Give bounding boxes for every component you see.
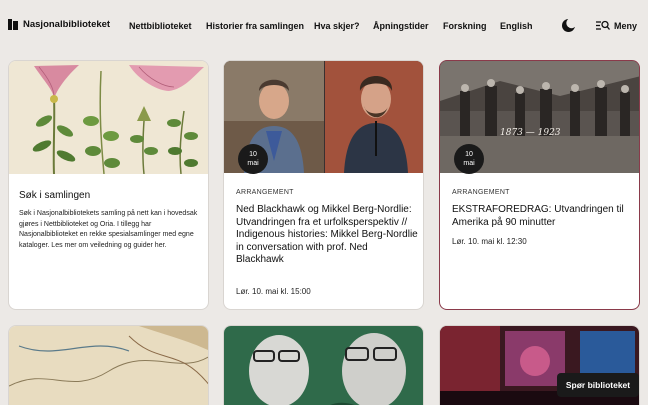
- photo-caption: 1873 — 1923: [500, 128, 561, 138]
- card-portraits[interactable]: [223, 325, 424, 405]
- date-badge: 10 mai: [454, 144, 484, 174]
- card-kicker: ARRANGEMENT: [452, 189, 510, 196]
- date-day: 10: [465, 151, 473, 158]
- card-event-ekstraforedrag[interactable]: 1873 — 1923 10 mai ARRANGEMENT EKSTRAFOR…: [439, 60, 640, 310]
- nav-historier[interactable]: Historier fra samlingen: [206, 21, 304, 31]
- date-badge: 10 mai: [238, 144, 268, 174]
- portrait-image: [224, 326, 423, 405]
- nav-apningstider[interactable]: Åpningstider: [373, 21, 429, 31]
- date-month: mai: [463, 160, 475, 167]
- dark-mode-icon[interactable]: [561, 17, 577, 33]
- map-image: [9, 326, 208, 405]
- botanical-illustration: [9, 61, 208, 175]
- card-title: Søk i samlingen: [19, 190, 91, 201]
- nav-forskning[interactable]: Forskning: [443, 21, 487, 31]
- card-title: Ned Blackhawk og Mikkel Berg-Nordlie: Ut…: [236, 204, 418, 265]
- logo-text: Nasjonalbiblioteket: [23, 19, 111, 30]
- nav-hva-skjer[interactable]: Hva skjer?: [314, 21, 360, 31]
- card-date-time: Lør. 10. mai kl. 12:30: [452, 237, 527, 246]
- site-header: Nasjonalbiblioteket Nettbiblioteket Hist…: [0, 0, 648, 52]
- menu-button[interactable]: Meny: [596, 20, 637, 31]
- card-event-blackhawk[interactable]: 10 mai ARRANGEMENT Ned Blackhawk og Mikk…: [223, 60, 424, 310]
- ask-library-button[interactable]: Spør biblioteket: [557, 373, 639, 397]
- card-search-collection[interactable]: Søk i samlingen Søk i Nasjonalbiblioteke…: [8, 60, 209, 310]
- date-day: 10: [249, 151, 257, 158]
- search-menu-icon: [596, 20, 610, 30]
- library-logo-icon: [8, 19, 18, 30]
- card-description: Søk i Nasjonalbibliotekets samling på ne…: [19, 210, 198, 249]
- card-date-time: Lør. 10. mai kl. 15:00: [236, 287, 311, 296]
- card-map[interactable]: [8, 325, 209, 405]
- card-kicker: ARRANGEMENT: [236, 189, 294, 196]
- site-logo[interactable]: Nasjonalbiblioteket: [8, 19, 110, 30]
- nav-nettbiblioteket[interactable]: Nettbiblioteket: [129, 21, 192, 31]
- card-title: EKSTRAFOREDRAG: Utvandringen til Amerika…: [452, 204, 624, 228]
- date-month: mai: [247, 160, 259, 167]
- menu-label: Meny: [614, 20, 638, 31]
- nav-english[interactable]: English: [500, 21, 533, 31]
